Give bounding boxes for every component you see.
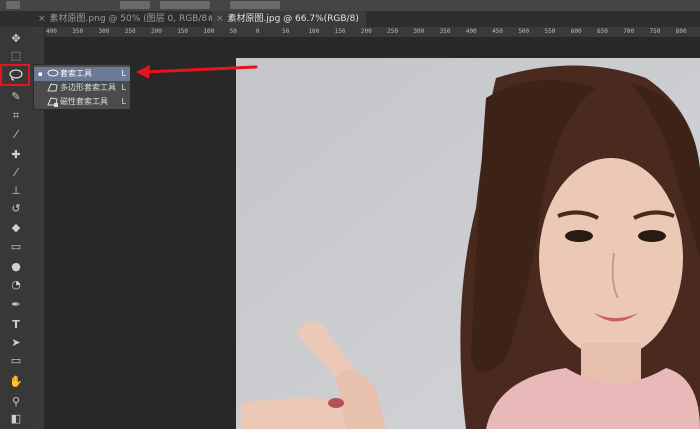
lasso-tool-flyout: ▪ 套索工具 L 多边形套索工具 L 磁性套索工具 L (33, 64, 131, 110)
ruler-tick-label: 150 (334, 28, 346, 35)
blur-icon[interactable]: ● (7, 259, 25, 274)
ruler-tick-label: 300 (413, 28, 425, 35)
document-tabs: × 素材原图.png @ 50% (图层 0, RGB/8#) × 素材原图.jpg… (0, 11, 700, 28)
lasso-highlight-box (0, 64, 30, 86)
healing-brush-icon[interactable]: ✚ (7, 147, 25, 162)
top-ruler: 400 350 300 250 200 150 100 50 0 50 100 150 200 250 30… (44, 27, 700, 38)
menu-item-shortcut: L (121, 69, 126, 78)
hand-icon[interactable]: ✋ (7, 374, 25, 389)
portrait-photo (236, 58, 700, 429)
ruler-tick-label: 800 (675, 28, 687, 35)
eyedropper-icon[interactable]: ⁄ (7, 127, 25, 142)
tab-label: 素材原图.jpg @ 66.7%(RGB/8) (227, 14, 359, 24)
ruler-tick-label: 400 (465, 28, 477, 35)
menu-item-label: 磁性套索工具 (60, 97, 108, 106)
ruler-tick-label: 350 (72, 28, 84, 35)
crop-icon[interactable]: ⌗ (7, 108, 25, 123)
color-swatch-icon[interactable]: ◧ (7, 411, 25, 426)
ruler-tick-label: 100 (203, 28, 215, 35)
type-icon[interactable]: T (7, 317, 25, 332)
ruler-tick-label: 250 (387, 28, 398, 35)
option-control[interactable] (160, 1, 210, 9)
zoom-icon[interactable]: ⚲ (7, 394, 25, 409)
close-icon[interactable]: × (38, 11, 46, 27)
ruler-tick-label: 50 (282, 28, 290, 35)
image-canvas[interactable] (236, 58, 700, 429)
dodge-icon[interactable]: ◔ (7, 277, 25, 292)
gradient-icon[interactable]: ▭ (7, 239, 25, 254)
ruler-tick-label: 550 (544, 28, 556, 35)
pen-icon[interactable]: ✒ (7, 297, 25, 312)
tab-label: 素材原图.png @ 50% (图层 0, RGB/8#) (49, 14, 219, 24)
ruler-tick-label: 500 (518, 28, 530, 35)
brush-icon[interactable]: ⁄ (7, 165, 25, 180)
ruler-tick-label: 700 (623, 28, 635, 35)
selected-bullet-icon: ▪ (38, 70, 43, 78)
ruler-tick-label: 50 (229, 28, 237, 35)
stamp-icon[interactable]: ⊥ (7, 183, 25, 198)
option-control[interactable] (120, 1, 150, 9)
polygonal-lasso-icon (47, 83, 58, 92)
ruler-tick-label: 600 (570, 28, 582, 35)
ruler-tick-label: 0 (255, 28, 260, 35)
lasso-icon (47, 69, 59, 77)
ruler-tick-label: 200 (150, 28, 162, 35)
marquee-icon[interactable]: ⬚ (7, 48, 25, 63)
menu-item-magnetic-lasso[interactable]: 磁性套索工具 L (34, 95, 130, 109)
menu-item-polygonal-lasso[interactable]: 多边形套索工具 L (34, 81, 130, 95)
magnetic-lasso-icon (47, 97, 58, 107)
ruler-tick-label: 650 (597, 28, 608, 35)
menu-item-lasso[interactable]: ▪ 套索工具 L (34, 67, 130, 81)
ruler-tick-label: 250 (124, 28, 136, 35)
rectangle-icon[interactable]: ▭ (7, 353, 25, 368)
ruler-tick-label: 400 (46, 28, 57, 35)
menu-item-shortcut: L (121, 83, 126, 92)
path-select-icon[interactable]: ➤ (7, 335, 25, 350)
move-icon[interactable]: ✥ (7, 31, 25, 46)
close-icon[interactable]: × (216, 11, 224, 27)
ruler-tick-label: 300 (98, 28, 110, 35)
annotation-arrow-icon (136, 65, 258, 79)
menu-item-label: 多边形套索工具 (60, 83, 116, 92)
tab-document-2[interactable]: × 素材原图.jpg @ 66.7%(RGB/8) (212, 11, 366, 27)
tab-document-1[interactable]: × 素材原图.png @ 50% (图层 0, RGB/8#) (34, 11, 218, 27)
quick-select-icon[interactable]: ✎ (7, 89, 25, 104)
ruler-tick-label: 750 (649, 28, 661, 35)
eraser-icon[interactable]: ◆ (7, 220, 25, 235)
ruler-tick-label: 100 (308, 28, 320, 35)
tool-preset-icon[interactable] (6, 1, 20, 9)
ruler-tick-label: 150 (177, 28, 189, 35)
menu-item-shortcut: L (121, 97, 126, 106)
tools-panel: ✥ ⬚ ✎ ⌗ ⁄ ✚ ⁄ ⊥ ↺ ◆ ▭ ● ◔ ✒ T ➤ ▭ ✋ ⚲ ◧ (0, 27, 34, 429)
ruler-tick-label: 350 (439, 28, 451, 35)
menu-item-label: 套索工具 (60, 69, 92, 78)
option-control[interactable] (230, 1, 280, 9)
history-brush-icon[interactable]: ↺ (7, 201, 25, 216)
ruler-tick-label: 450 (492, 28, 503, 35)
ruler-tick-label: 200 (360, 28, 372, 35)
